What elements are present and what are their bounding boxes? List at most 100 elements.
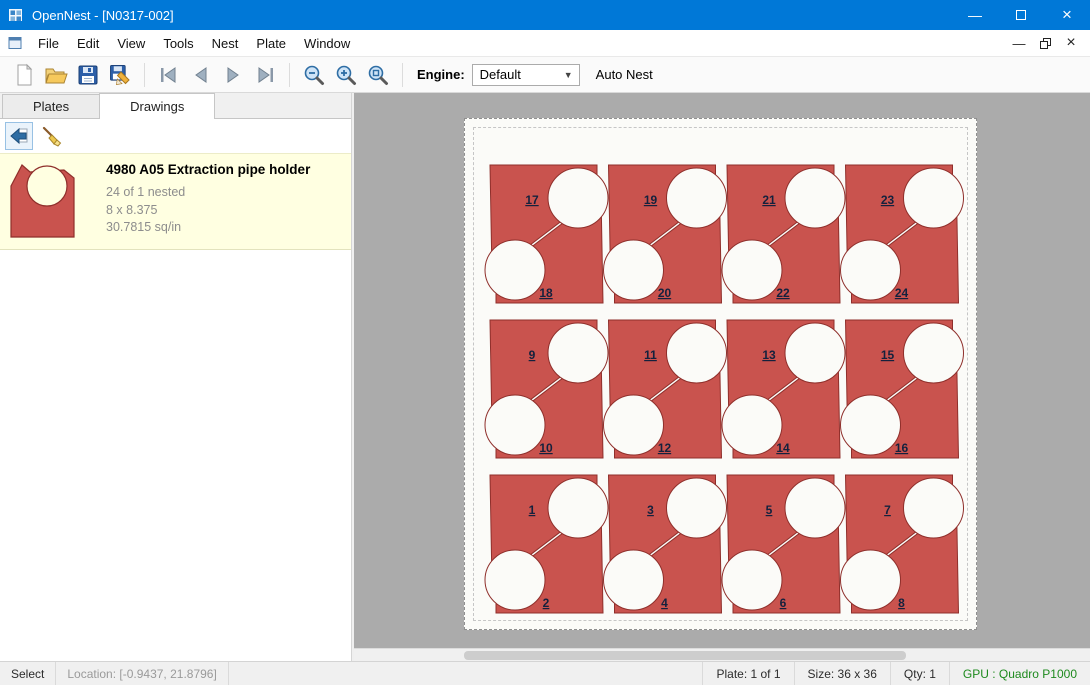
clean-button[interactable] [38,122,66,150]
part-number: 8 [898,596,905,610]
engine-select[interactable]: Default ▼ [472,64,580,86]
part-number: 2 [543,596,550,610]
part-hole [722,550,782,610]
zoom-extents-button[interactable] [362,60,394,90]
part-number: 3 [647,503,654,517]
mdi-minimize-button[interactable]: — [1008,34,1030,52]
part-hole [485,395,545,455]
auto-nest-button[interactable]: Auto Nest [596,67,653,82]
plate[interactable]: 171819202122232491011121314151612345678 [464,118,977,630]
move-to-plate-button[interactable] [5,122,33,150]
window-maximize-button[interactable] [998,0,1044,30]
nest-viewport[interactable]: 171819202122232491011121314151612345678 [354,93,1090,648]
go-previous-icon [189,63,213,87]
document-icon [7,35,23,51]
sidebar-tabstrip: Plates Drawings [0,93,351,119]
open-button[interactable] [40,60,72,90]
part-number: 23 [881,193,895,207]
window-minimize-button[interactable]: — [952,0,998,30]
zoom-out-button[interactable] [298,60,330,90]
part-hole [722,240,782,300]
part-number: 16 [895,441,909,455]
save-icon [76,63,100,87]
part-hole [604,240,664,300]
tab-plates[interactable]: Plates [2,94,100,118]
menu-edit[interactable]: Edit [68,31,108,56]
application-window: OpenNest - [N0317-002] — × File Edit Vie… [0,0,1090,685]
mdi-restore-button[interactable] [1034,34,1056,52]
part-hole [667,478,727,538]
go-first-button[interactable] [153,60,185,90]
part-hole [785,478,845,538]
restore-icon [1040,38,1051,49]
menu-nest[interactable]: Nest [203,31,248,56]
new-document-icon [12,63,36,87]
move-to-plate-icon [9,126,29,146]
nest-layout[interactable]: 171819202122232491011121314151612345678 [465,119,978,631]
go-next-button[interactable] [217,60,249,90]
part-hole [785,323,845,383]
status-qty: Qty: 1 [890,662,949,685]
part-hole [604,395,664,455]
part-hole [548,323,608,383]
title-bar: OpenNest - [N0317-002] — × [0,0,1090,30]
part-number: 9 [529,348,536,362]
status-size: Size: 36 x 36 [794,662,890,685]
part-hole [548,478,608,538]
clean-icon [41,125,63,147]
status-location: Location: [-0.9437, 21.8796] [56,662,228,685]
menu-plate[interactable]: Plate [247,31,295,56]
mdi-close-button[interactable]: × [1060,34,1082,52]
drawings-toolbar [0,119,351,153]
status-mode: Select [0,662,56,685]
window-close-button[interactable]: × [1044,0,1090,30]
menu-tools[interactable]: Tools [154,31,202,56]
part-hole [722,395,782,455]
part-number: 22 [776,286,790,300]
part-hole [785,168,845,228]
new-button[interactable] [8,60,40,90]
drawing-list-item[interactable]: 4980 A05 Extraction pipe holder 24 of 1 … [0,153,351,250]
part-number: 11 [644,348,657,362]
maximize-icon [1016,10,1026,20]
drawing-info: 4980 A05 Extraction pipe holder 24 of 1 … [106,160,310,243]
save-as-button[interactable] [104,60,136,90]
part-hole [667,323,727,383]
part-number: 21 [762,193,776,207]
part-hole [548,168,608,228]
drawing-size: 8 x 8.375 [106,202,310,220]
drawing-area: 30.7815 sq/in [106,219,310,237]
part-hole [904,168,964,228]
menu-file[interactable]: File [29,31,68,56]
toolbar-separator [402,63,403,87]
part-number: 24 [895,286,909,300]
drawing-list-empty-area [0,250,351,661]
scrollbar-thumb[interactable] [464,651,906,660]
main-toolbar: Engine: Default ▼ Auto Nest [0,57,1090,93]
horizontal-scrollbar[interactable] [354,648,1090,661]
part-number: 6 [780,596,787,610]
status-plate: Plate: 1 of 1 [702,662,793,685]
part-number: 19 [644,193,658,207]
part-number: 4 [661,596,668,610]
save-as-icon [108,63,132,87]
go-last-button[interactable] [249,60,281,90]
save-button[interactable] [72,60,104,90]
chevron-down-icon: ▼ [564,70,579,80]
zoom-extents-icon [366,63,390,87]
zoom-in-button[interactable] [330,60,362,90]
tab-drawings[interactable]: Drawings [99,93,215,119]
part-hole [904,323,964,383]
part-hole [485,550,545,610]
open-folder-icon [44,63,68,87]
drawing-title: 4980 A05 Extraction pipe holder [106,162,310,177]
part-hole [904,478,964,538]
menu-window[interactable]: Window [295,31,359,56]
part-hole [667,168,727,228]
part-number: 15 [881,348,895,362]
menu-view[interactable]: View [108,31,154,56]
engine-label: Engine: [417,67,465,82]
part-hole [485,240,545,300]
part-hole [841,395,901,455]
go-previous-button[interactable] [185,60,217,90]
